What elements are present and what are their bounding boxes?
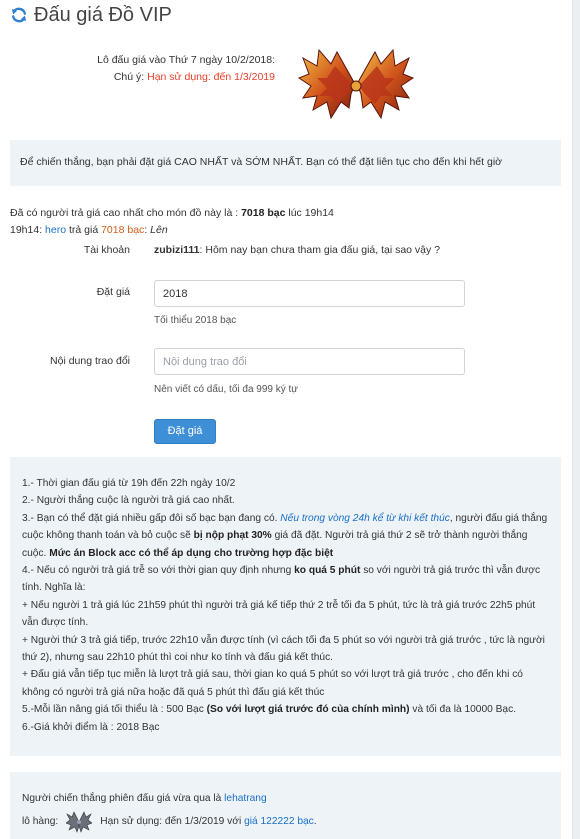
lot-note-label: Chú ý: — [113, 71, 145, 83]
previous-winner-panel: Người chiến thắng phiên đấu giá vừa qua … — [10, 772, 561, 839]
rule-4-a: 4.- Nếu có người trả giá trễ so với thời… — [22, 565, 292, 577]
log-time: 19h14: — [10, 224, 43, 236]
rule-5: 5.-Mỗi lần nâng giá tối thiểu là : 500 B… — [22, 701, 551, 718]
lot-expiry: Hạn sử dụng: đến 1/3/2019 — [147, 71, 275, 83]
info-alert: Để chiến thắng, bạn phải đặt giá CAO NHẤ… — [10, 140, 561, 186]
log-status: Lên — [150, 224, 168, 236]
log-mid: trả giá — [68, 224, 99, 236]
rule-5-c: và tối đa là 10000 Bạc. — [412, 704, 517, 716]
account-info: zubizi111: Hôm nay bạn chưa tham gia đấu… — [154, 244, 440, 256]
rule-3-f: Mức án Block acc có thể áp dụng cho trườ… — [49, 547, 334, 559]
highest-prefix: Đã có người trả giá cao nhất cho món đồ … — [10, 207, 239, 219]
winner-lot-line: lô hàng: Hạn sử dụng: đến 1/3/2019 với g… — [22, 809, 551, 833]
alert-text: Để chiến thắng, bạn phải đặt giá CAO NHẤ… — [20, 156, 503, 168]
lot-info: Lô đấu giá vào Thứ 7 ngày 10/2/2018: Chú… — [60, 52, 275, 86]
bid-log-entry: 19h14: hero trả giá 7018 bạc: Lên — [10, 222, 334, 239]
winner-prefix: Người chiến thắng phiên đấu giá vừa qua … — [22, 793, 222, 804]
bid-label: Đặt giá — [96, 286, 130, 298]
rule-1: 1.- Thời gian đấu giá từ 19h đến 22h ngà… — [22, 478, 236, 489]
highest-bid-info: Đã có người trả giá cao nhất cho món đồ … — [10, 205, 334, 239]
highest-suffix: lúc 19h14 — [288, 207, 334, 219]
log-sep: : — [144, 224, 148, 236]
winged-item-thumb — [66, 811, 93, 833]
lot-note: Chú ý: Hạn sử dụng: đến 1/3/2019 — [60, 69, 275, 86]
highest-bid-line: Đã có người trả giá cao nhất cho món đồ … — [10, 205, 334, 222]
winner-name-link[interactable]: lehatrang — [224, 793, 266, 804]
rule-4: 4.- Nếu có người trả giá trễ so với thời… — [22, 562, 551, 597]
page-edge-strip — [572, 0, 580, 839]
rule-5-a: 5.-Mỗi lần nâng giá tối thiểu là : 500 B… — [22, 704, 204, 716]
rule-4-b: ko quá 5 phút — [294, 565, 361, 577]
rule-3-a: 3.- Bạn có thể đặt giá nhiều gấp đôi số … — [22, 512, 278, 524]
page-header: Đấu giá Đồ VIP — [10, 2, 172, 28]
rule-3: 3.- Bạn có thể đặt giá nhiều gấp đôi số … — [22, 510, 551, 562]
rule-6: 6.-Giá khởi điểm là : 2018 Bạc — [22, 721, 160, 733]
bid-amount-input[interactable] — [154, 280, 465, 307]
winner-expiry: Hạn sử dụng: đến 1/3/2019 với — [100, 815, 242, 827]
rule-2: 2.- Người thắng cuộc là người trả giá ca… — [22, 495, 235, 507]
rule-3-d: bị nộp phạt 30% — [193, 530, 272, 542]
winner-price: giá 122222 bạc — [244, 815, 314, 827]
winner-end: . — [313, 815, 317, 827]
winner-lot-label: lô hàng: — [22, 815, 59, 827]
account-name: zubizi111 — [154, 244, 200, 256]
rule-5-b: (So với lượt giá trước đó của chính mình… — [206, 704, 410, 716]
account-label: Tài khoản — [83, 244, 130, 256]
page-title: Đấu giá Đồ VIP — [34, 3, 172, 26]
bid-hint: Tối thiểu 2018 bạc — [154, 315, 237, 326]
log-amount: 7018 bạc — [101, 224, 145, 236]
rule-3-b: Nếu trong vòng 24h kể từ khi kết thúc — [280, 512, 450, 524]
content-input[interactable] — [154, 348, 465, 375]
highest-amount: 7018 bạc — [241, 207, 286, 219]
content-hint: Nên viết có dấu, tối đa 999 ký tự — [154, 384, 298, 395]
winner-line: Người chiến thắng phiên đấu giá vừa qua … — [22, 790, 551, 807]
rule-4-example-1: + Nếu người 1 trả giá lúc 21h59 phút thì… — [22, 599, 536, 629]
rules-panel: 1.- Thời gian đấu giá từ 19h đến 22h ngà… — [10, 457, 561, 756]
refresh-icon[interactable] — [10, 6, 28, 24]
log-user-link[interactable]: hero — [45, 224, 66, 236]
rule-4-example-2: + Người thứ 3 trả giá tiếp, trước 22h10 … — [22, 634, 545, 664]
rule-4-example-3: + Đấu giá vẫn tiếp tục miễn là lượt trả … — [22, 669, 523, 698]
submit-bid-button[interactable]: Đặt giá — [154, 419, 216, 444]
winged-item-art — [297, 48, 415, 120]
account-message: : Hôm nay bạn chưa tham gia đấu giá, tại… — [199, 244, 441, 256]
lot-date: Lô đấu giá vào Thứ 7 ngày 10/2/2018: — [97, 54, 275, 66]
content-label: Nội dung trao đổi — [50, 355, 130, 367]
